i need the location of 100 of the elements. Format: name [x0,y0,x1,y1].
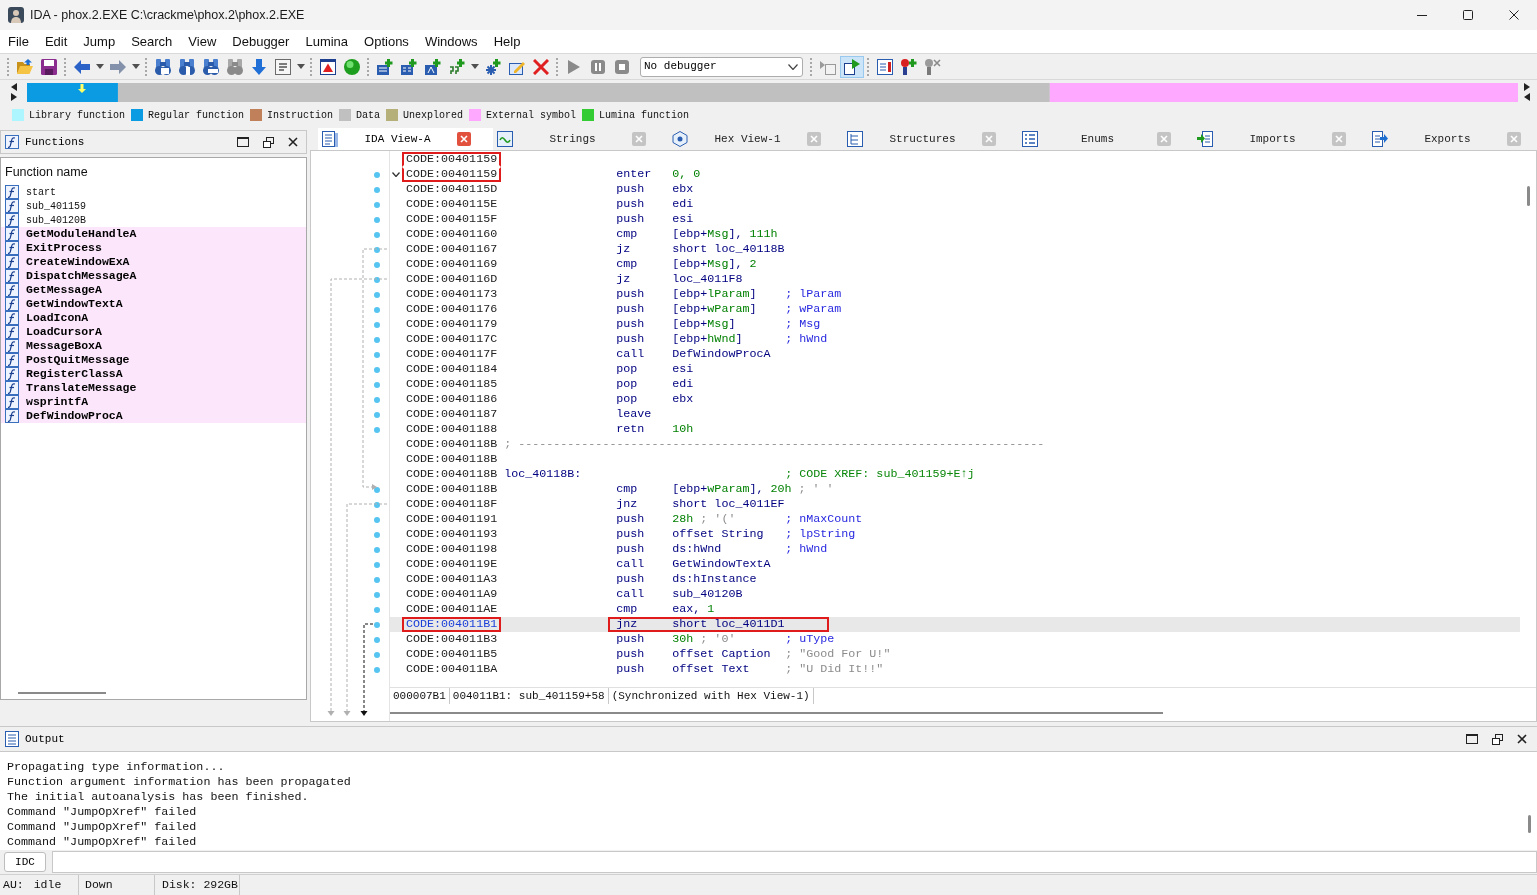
toolbar-button[interactable] [840,55,864,78]
tab[interactable]: IDA View-A [318,128,493,150]
mnemonic: push [616,199,646,210]
function-item[interactable]: ExitProcess [1,241,306,255]
mnemonic: cmp [616,604,639,615]
column-header[interactable]: Function name [1,158,306,185]
scroll-thumb[interactable] [390,711,1163,714]
line-dot-icon [374,291,380,298]
status-field: (Synchronized with Hex View-1) [608,688,814,704]
line-address: CODE:00401159 [402,167,502,182]
function-item[interactable]: DefWindowProcA [1,409,306,423]
comment: ; uType [785,634,835,645]
log-line: Command "JumpOpXref" failed [7,820,198,835]
mnemonic: cmp [616,484,639,495]
mnemonic: push [616,184,646,195]
function-item[interactable]: wsprintfA [1,395,306,409]
function-item[interactable]: PostQuitMessage [1,353,306,367]
menu-item[interactable]: Lumina [297,30,357,53]
function-item[interactable]: GetMessageA [1,283,306,297]
function-item[interactable]: sub_40120B [1,213,306,227]
menu-item[interactable]: Debugger [224,30,298,53]
mnemonic: push [616,514,646,525]
line-address: CODE:0040115F [405,212,499,227]
menu-item[interactable]: File [0,30,37,53]
log-line: Propagating type information... [7,760,226,775]
function-icon [5,353,19,367]
line-dot-icon [374,321,380,328]
legend-label: Library function [29,108,125,123]
mnemonic: leave [616,409,653,420]
close-icon [635,135,643,143]
function-item[interactable]: MessageBoxA [1,339,306,353]
mnemonic: push [616,319,646,330]
function-icon [5,283,19,297]
operands: [ebp+wParam] [672,304,757,315]
scroll-thumb[interactable] [1527,815,1531,833]
scroll-left-icon[interactable] [11,83,17,91]
operands: esi [672,214,694,225]
document-icon [5,731,19,747]
line-address: CODE:004011BA [405,662,499,677]
command-input[interactable] [52,851,1537,873]
menu-item[interactable]: Help [485,30,529,53]
function-item[interactable]: LoadIconA [1,311,306,325]
scroll-left-icon[interactable] [1524,93,1530,101]
chevron-down-icon[interactable] [392,172,400,177]
function-item[interactable]: LoadCursorA [1,325,306,339]
function-item[interactable]: GetWindowTextA [1,297,306,311]
menu-item[interactable]: Edit [36,30,76,53]
scroll-right-icon[interactable] [11,93,17,101]
line-dot-icon [374,501,380,508]
function-item[interactable]: RegisterClassA [1,367,306,381]
restore-button[interactable] [1489,731,1505,747]
close-icon [1517,734,1527,744]
status-value: idle [33,877,62,894]
menu-item[interactable]: View [180,30,225,53]
restore-button[interactable] [260,134,276,150]
function-icon [5,339,19,353]
function-item[interactable]: DispatchMessageA [1,269,306,283]
line-address: CODE:00401191 [405,512,499,527]
line-address: CODE:004011A9 [405,587,499,602]
language-button[interactable]: IDC [4,852,46,872]
menu-item[interactable]: Jump [75,30,124,53]
function-item[interactable]: start [1,185,306,199]
close-tab-button[interactable] [457,132,471,146]
comment: ; wParam [785,304,842,315]
menu-item[interactable]: Windows [416,30,486,53]
mnemonic: pop [616,394,639,405]
function-item[interactable]: GetModuleHandleA [1,227,306,241]
function-icon [5,213,19,227]
menu-item[interactable]: Search [123,30,181,53]
text-box-icon [275,58,291,75]
function-item[interactable]: sub_401159 [1,199,306,213]
scroll-thumb[interactable] [1526,186,1530,206]
line-address: CODE:00401167 [405,242,499,257]
operands: loc_4011F8 [672,274,743,285]
line-dot-icon [374,411,380,418]
scroll-right-icon[interactable] [1524,83,1530,91]
function-icon [5,241,19,255]
operands: edi [672,379,694,390]
function-icon [5,311,19,325]
function-icon [5,367,19,381]
line-address: CODE:00401186 [405,392,499,407]
quote-plus-icon [449,58,465,75]
function-item[interactable]: CreateWindowExA [1,255,306,269]
legend-label: Unexplored [403,108,464,123]
function-item[interactable]: TranslateMessage [1,381,306,395]
operands: edi [672,199,694,210]
scroll-thumb[interactable] [18,692,106,694]
menu-item[interactable]: Options [356,30,417,53]
document-plus-icon [401,58,417,75]
operands: ds:hInstance [672,574,757,585]
line-address: CODE:0040115D [405,182,499,197]
line-dot-icon [374,246,380,253]
mnemonic: jz [616,274,632,285]
line-dot-icon [374,186,380,193]
operands: offset String [672,529,764,540]
close-icon [288,137,298,147]
line-highlight[interactable]: CODE:004011B1 jnz short loc_4011D1 [390,617,1520,632]
caret-down-icon [297,64,305,69]
debugger-select[interactable]: No debugger [640,56,803,77]
operands: eax, 1 [672,604,715,615]
